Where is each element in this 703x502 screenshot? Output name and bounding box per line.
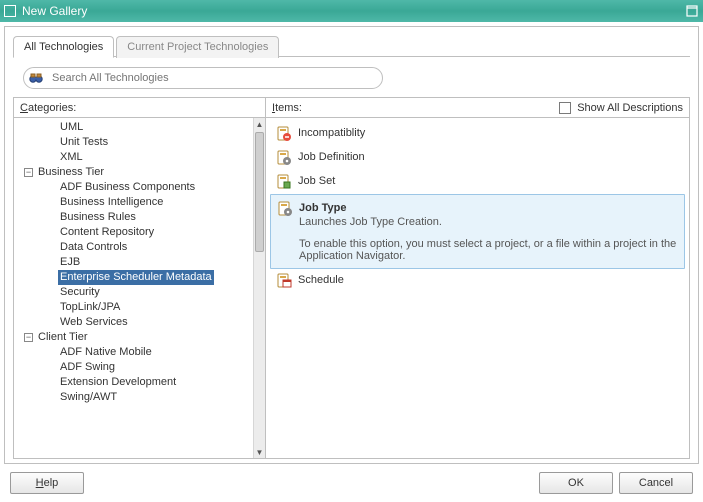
scroll-down-icon[interactable]: ▼ [254, 446, 265, 458]
item-note: To enable this option, you must select a… [299, 238, 678, 262]
tree-item-label: TopLink/JPA [58, 300, 122, 315]
scroll-thumb[interactable] [255, 132, 264, 252]
item-title: Incompatiblity [298, 127, 365, 139]
ok-button[interactable]: OK [539, 472, 613, 494]
item-text: Incompatiblity [298, 126, 365, 139]
window-icon [4, 5, 16, 17]
show-all-label: Show All Descriptions [577, 102, 683, 114]
tree-item[interactable]: Extension Development [18, 375, 253, 390]
tree-item-label: Unit Tests [58, 135, 110, 150]
items-list: Incompatiblity Job Definition Job Set Job T… [266, 118, 689, 458]
search-field[interactable] [23, 67, 383, 89]
tree-item[interactable]: Swing/AWT [18, 390, 253, 405]
search-input[interactable] [50, 71, 378, 85]
item-row[interactable]: Incompatiblity [270, 122, 685, 146]
tree-item[interactable]: ADF Swing [18, 360, 253, 375]
tree-group[interactable]: −Business Tier [18, 165, 253, 180]
tree-item-label: Security [58, 285, 102, 300]
tree-item[interactable]: Data Controls [18, 240, 253, 255]
items-label: tems: [275, 102, 302, 114]
tree-item-label: Enterprise Scheduler Metadata [58, 270, 214, 285]
tree-scrollbar[interactable]: ▲ ▼ [253, 118, 265, 458]
categories-header: Categories: [14, 98, 265, 118]
show-all-checkbox[interactable] [559, 102, 571, 114]
tree-item[interactable]: EJB [18, 255, 253, 270]
cancel-button[interactable]: Cancel [619, 472, 693, 494]
button-bar: Help OK Cancel [4, 464, 699, 502]
tree-item[interactable]: Enterprise Scheduler Metadata [18, 270, 253, 285]
tree-item-label: UML [58, 120, 85, 135]
tree-item-label: EJB [58, 255, 82, 270]
tree-item-label: Client Tier [36, 330, 90, 345]
item-description: Launches Job Type Creation. [299, 216, 678, 228]
tree-item-label: Data Controls [58, 240, 129, 255]
help-label: elp [44, 477, 59, 489]
jobtype-icon [277, 201, 293, 217]
item-text: Job Type Launches Job Type Creation. To en… [299, 201, 678, 262]
tree-item-label: ADF Native Mobile [58, 345, 154, 360]
tree-item-label: Business Intelligence [58, 195, 165, 210]
jobset-icon [276, 174, 292, 190]
tab-all-technologies[interactable]: All Technologies [13, 36, 114, 58]
item-row[interactable]: Job Set [270, 170, 685, 194]
tab-current-label: Current Project Technologies [127, 41, 268, 53]
incompat-icon [276, 126, 292, 142]
tree-item[interactable]: Content Repository [18, 225, 253, 240]
tab-bar: All Technologies Current Project Technol… [13, 35, 690, 57]
maximize-icon[interactable] [685, 4, 699, 18]
tree-item-label: Extension Development [58, 375, 178, 390]
item-text: Job Definition [298, 150, 365, 163]
tree-item-label: ADF Swing [58, 360, 117, 375]
tree-item-label: ADF Business Components [58, 180, 197, 195]
tree-item-label: Swing/AWT [58, 390, 119, 405]
tree-item[interactable]: Security [18, 285, 253, 300]
item-title: Schedule [298, 274, 344, 286]
categories-label: ategories: [28, 102, 76, 114]
ok-label: OK [568, 477, 584, 489]
tree-item-label: XML [58, 150, 85, 165]
tree-item-label: Business Tier [36, 165, 106, 180]
item-title: Job Definition [298, 151, 365, 163]
items-header: Items: Show All Descriptions [266, 98, 689, 118]
tab-current-project[interactable]: Current Project Technologies [116, 36, 279, 58]
window-title: New Gallery [22, 4, 87, 18]
item-title: Job Set [298, 175, 335, 187]
item-row[interactable]: Job Definition [270, 146, 685, 170]
tree-item[interactable]: Business Intelligence [18, 195, 253, 210]
tree-item[interactable]: UML [18, 120, 253, 135]
categories-tree[interactable]: UMLUnit TestsXML−Business TierADF Busine… [14, 118, 253, 458]
tree-item[interactable]: TopLink/JPA [18, 300, 253, 315]
tree-item-label: Content Repository [58, 225, 156, 240]
tree-item[interactable]: XML [18, 150, 253, 165]
tree-item[interactable]: Business Rules [18, 210, 253, 225]
schedule-icon [276, 273, 292, 289]
tree-item[interactable]: ADF Business Components [18, 180, 253, 195]
tree-group[interactable]: −Client Tier [18, 330, 253, 345]
tree-item[interactable]: Unit Tests [18, 135, 253, 150]
tree-item[interactable]: ADF Native Mobile [18, 345, 253, 360]
item-title: Job Type [299, 202, 678, 214]
tab-all-label: All Technologies [24, 41, 103, 53]
collapse-icon[interactable]: − [24, 333, 33, 342]
tree-item[interactable]: Web Services [18, 315, 253, 330]
item-row[interactable]: Job Type Launches Job Type Creation. To en… [270, 194, 685, 269]
item-row[interactable]: Schedule [270, 269, 685, 293]
collapse-icon[interactable]: − [24, 168, 33, 177]
cancel-label: Cancel [639, 477, 673, 489]
item-text: Job Set [298, 174, 335, 187]
jobdef-icon [276, 150, 292, 166]
titlebar: New Gallery [0, 0, 703, 22]
item-text: Schedule [298, 273, 344, 286]
scroll-up-icon[interactable]: ▲ [254, 118, 265, 130]
binoculars-icon [28, 70, 44, 86]
help-button[interactable]: Help [10, 472, 84, 494]
tree-item-label: Web Services [58, 315, 130, 330]
tree-item-label: Business Rules [58, 210, 138, 225]
